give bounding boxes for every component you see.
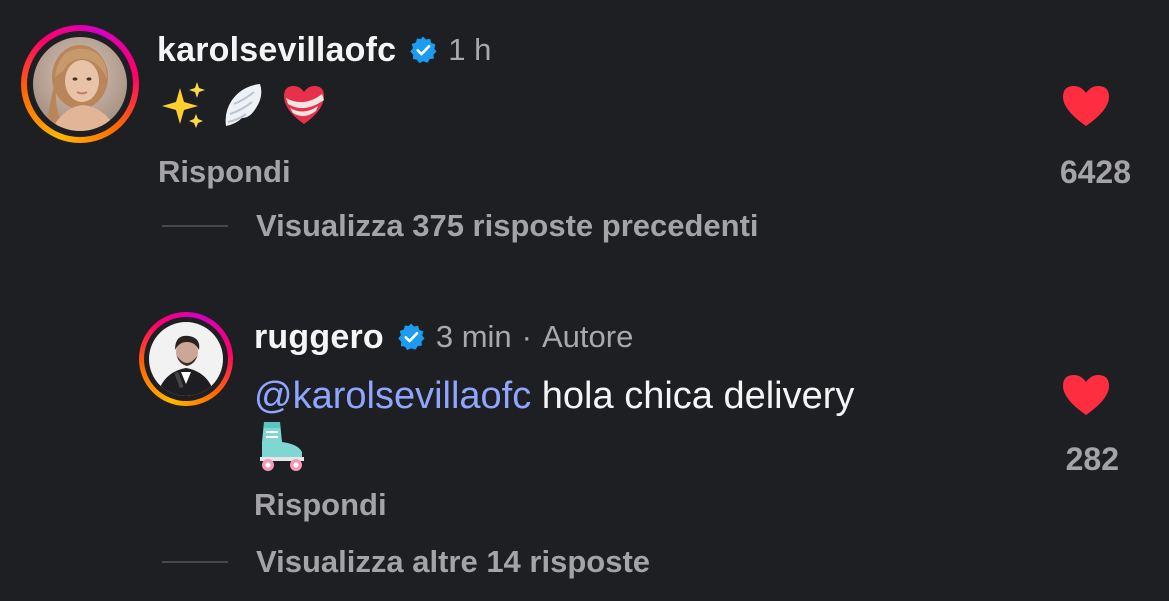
roller-skate-emoji	[260, 422, 304, 471]
username[interactable]: ruggero	[254, 318, 384, 357]
wing-emoji	[225, 84, 262, 126]
reply-header: ruggero 3 min · Autore	[254, 314, 633, 360]
view-more-replies[interactable]: Visualizza altre 14 risposte	[162, 544, 650, 580]
sparkles-emoji	[162, 82, 205, 128]
reply-button[interactable]: Rispondi	[254, 487, 387, 523]
reply-button[interactable]: Rispondi	[158, 154, 291, 190]
reply-text: hola chica delivery	[531, 375, 855, 417]
mending-heart-emoji	[284, 86, 324, 124]
view-replies-label[interactable]: Visualizza altre 14 risposte	[256, 544, 650, 580]
verified-badge-icon	[410, 36, 437, 64]
comment-header: karolsevillaofc 1 h	[157, 26, 491, 74]
like-count: 6428	[1059, 154, 1131, 190]
thread-line	[162, 561, 228, 563]
separator: ·	[521, 319, 532, 354]
like-heart-icon[interactable]	[1061, 373, 1111, 417]
username[interactable]: karolsevillaofc	[157, 31, 396, 70]
like-count: 282	[1065, 441, 1119, 477]
comment-time: 1 h	[448, 32, 492, 67]
comments-thread: karolsevillaofc 1 h Rispondi 6428 Visual…	[0, 0, 1169, 601]
reply-body: @karolsevillaofc hola chica delivery	[254, 368, 854, 424]
like-heart-icon[interactable]	[1061, 84, 1111, 128]
comment-body	[160, 78, 328, 132]
view-replies-label[interactable]: Visualizza 375 risposte precedenti	[256, 208, 759, 244]
avatar-ruggero[interactable]	[149, 322, 223, 396]
avatar-karolsevillaofc[interactable]	[33, 37, 127, 131]
view-previous-replies[interactable]: Visualizza 375 risposte precedenti	[162, 208, 759, 244]
author-badge: Autore	[542, 319, 634, 354]
reply-time: 3 min	[435, 319, 512, 354]
mention-link[interactable]: @karolsevillaofc	[254, 375, 531, 417]
verified-badge-icon	[398, 323, 425, 351]
thread-line	[162, 225, 228, 227]
